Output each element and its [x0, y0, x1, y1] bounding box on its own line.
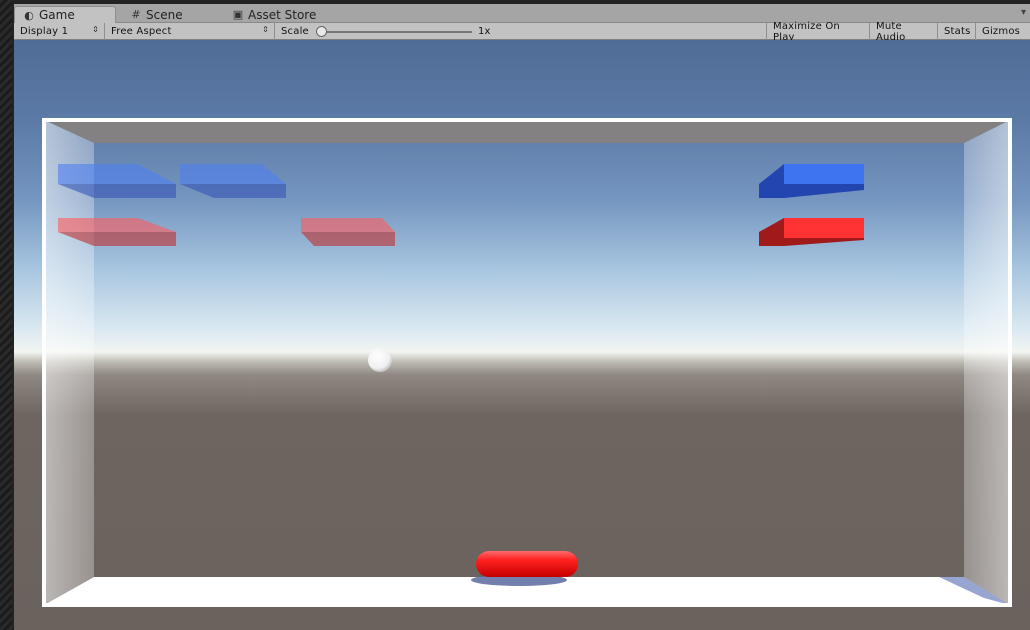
- mute-audio-toggle[interactable]: Mute Audio: [870, 21, 938, 43]
- tab-game-label: Game: [39, 8, 75, 22]
- aspect-dropdown-label: Free Aspect: [111, 26, 172, 37]
- tab-asset-store[interactable]: ▣ Asset Store: [224, 6, 344, 23]
- display-dropdown[interactable]: Display 1 ⇕: [14, 23, 105, 40]
- game-viewport[interactable]: [14, 40, 1030, 630]
- tab-menu-icon[interactable]: ▾: [1021, 7, 1026, 18]
- aspect-dropdown[interactable]: Free Aspect ⇕: [105, 23, 275, 40]
- brick-blue-2: [180, 164, 286, 198]
- dropdown-arrows-icon: ⇕: [262, 25, 269, 34]
- tab-scene[interactable]: # Scene: [122, 6, 222, 23]
- stats-toggle[interactable]: Stats: [938, 23, 976, 40]
- right-wall: [964, 120, 1010, 605]
- game-toolbar: Display 1 ⇕ Free Aspect ⇕ Scale 1x Maxim…: [14, 21, 1030, 43]
- brick-red-2: [301, 218, 395, 246]
- scale-value: 1x: [478, 26, 491, 37]
- brick-red-3: [759, 218, 864, 246]
- scale-label: Scale: [281, 26, 309, 37]
- scale-slider-handle[interactable]: [316, 26, 327, 37]
- game-scene: [42, 118, 1012, 607]
- display-dropdown-label: Display 1: [20, 26, 69, 37]
- paddle: [476, 551, 578, 577]
- gizmos-dropdown[interactable]: Gizmos: [976, 23, 1030, 40]
- scene-grid-icon: #: [131, 8, 141, 21]
- unity-game-window: ◐ Game # Scene ▣ Asset Store ▾ Display 1…: [0, 0, 1030, 630]
- brick-blue-3: [759, 164, 864, 198]
- tab-scene-label: Scene: [146, 7, 183, 22]
- dropdown-arrows-icon: ⇕: [92, 25, 99, 34]
- maximize-on-play-toggle[interactable]: Maximize On Play: [766, 21, 870, 43]
- tab-game[interactable]: ◐ Game: [14, 6, 116, 23]
- frame-outline: [42, 118, 1012, 607]
- asset-store-icon: ▣: [232, 8, 244, 21]
- game-icon: ◐: [24, 8, 34, 22]
- ball: [368, 348, 392, 372]
- scale-slider-track[interactable]: [318, 31, 472, 33]
- tab-asset-store-label: Asset Store: [248, 7, 317, 22]
- top-wall: [44, 120, 1010, 143]
